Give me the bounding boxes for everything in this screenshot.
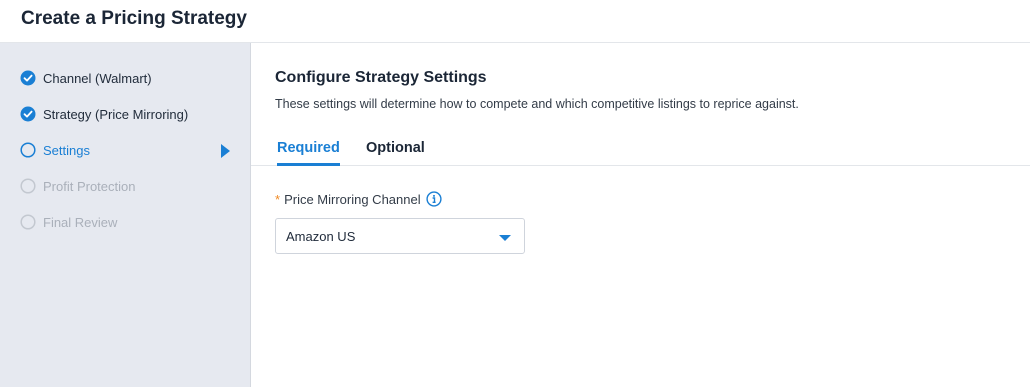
step-profit-protection[interactable]: Profit Protection (20, 176, 240, 196)
tab-optional[interactable]: Optional (366, 140, 425, 166)
step-label: Profit Protection (43, 178, 136, 194)
caret-down-icon (499, 235, 511, 241)
current-step-arrow-icon (221, 144, 230, 158)
steps-sidebar: Channel (Walmart) Strategy (Price Mirror… (0, 43, 251, 387)
page-title: Create a Pricing Strategy (21, 8, 247, 29)
step-channel[interactable]: Channel (Walmart) (20, 68, 240, 88)
step-label: Strategy (Price Mirroring) (43, 106, 189, 122)
empty-circle-icon (20, 178, 36, 194)
settings-tabs: Required Optional (251, 134, 1030, 166)
step-settings[interactable]: Settings (20, 140, 240, 160)
tab-required[interactable]: Required (277, 140, 340, 166)
price-mirroring-channel-select[interactable]: Amazon US (275, 218, 525, 254)
field-label: Price Mirroring Channel (284, 191, 421, 207)
required-marker: * (275, 191, 281, 207)
section-description: These settings will determine how to com… (275, 97, 799, 111)
check-circle-icon (20, 70, 36, 86)
step-final-review[interactable]: Final Review (20, 212, 240, 232)
info-icon[interactable] (426, 191, 442, 207)
check-circle-icon (20, 106, 36, 122)
step-label: Channel (Walmart) (43, 70, 152, 86)
select-value: Amazon US (286, 229, 356, 244)
step-strategy[interactable]: Strategy (Price Mirroring) (20, 104, 240, 124)
empty-circle-icon (20, 214, 36, 230)
step-label: Settings (43, 142, 90, 158)
section-title: Configure Strategy Settings (275, 69, 487, 86)
page-header: Create a Pricing Strategy (0, 0, 1030, 43)
step-label: Final Review (43, 214, 118, 230)
price-mirroring-channel-label-row: * Price Mirroring Channel (275, 190, 442, 208)
empty-circle-icon (20, 142, 36, 158)
